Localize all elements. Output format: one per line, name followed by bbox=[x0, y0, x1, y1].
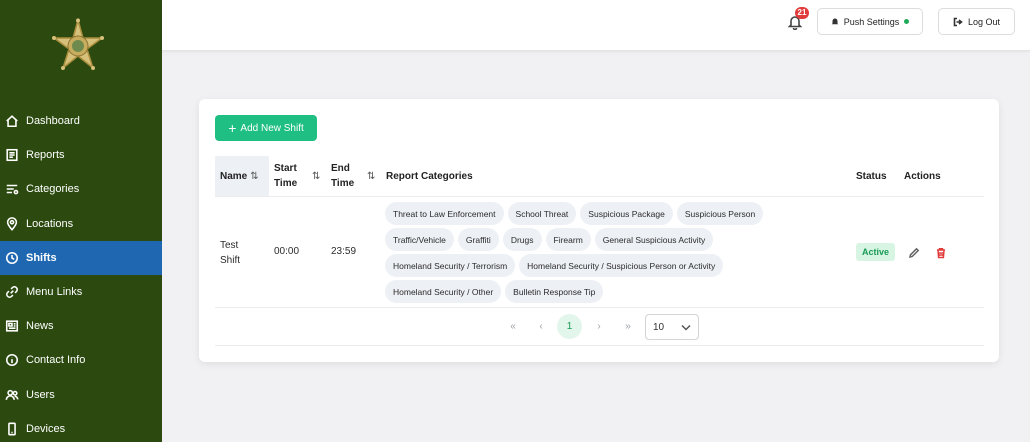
sort-icon[interactable]: ⇅ bbox=[312, 171, 320, 182]
report-categories-cell: Threat to Law Enforcement School Threat … bbox=[385, 202, 795, 303]
plus-icon: + bbox=[228, 120, 237, 136]
sidebar: Dashboard Reports Categories Locations S… bbox=[0, 0, 162, 442]
sidebar-item-label: Shifts bbox=[26, 251, 57, 264]
category-chip: Homeland Security / Other bbox=[385, 280, 502, 303]
column-header-start-time[interactable]: Start Time ⇅ bbox=[274, 156, 326, 196]
sort-icon[interactable]: ⇅ bbox=[250, 171, 258, 182]
end-time-cell: 23:59 bbox=[331, 246, 357, 257]
sidebar-item-label: Contact Info bbox=[26, 354, 86, 367]
column-header-end-time-label: End Time bbox=[331, 163, 355, 189]
sort-icon[interactable]: ⇅ bbox=[367, 171, 375, 182]
info-icon bbox=[4, 352, 20, 368]
prev-page-button[interactable]: ‹ bbox=[531, 314, 551, 339]
home-icon bbox=[4, 113, 20, 129]
push-status-dot bbox=[904, 19, 910, 24]
device-icon bbox=[4, 421, 20, 437]
category-chip: Drugs bbox=[502, 228, 542, 251]
column-header-end-time[interactable]: End Time ⇅ bbox=[331, 156, 381, 196]
add-button-label: Add New Shift bbox=[240, 122, 304, 134]
category-chip: Homeland Security / Suspicious Person or… bbox=[519, 254, 724, 277]
category-chip: Bulletin Response Tip bbox=[505, 280, 604, 303]
logout-label: Log Out bbox=[967, 16, 1001, 27]
shift-name-cell: Test Shift bbox=[220, 240, 241, 266]
location-pin-icon bbox=[4, 216, 20, 232]
sidebar-item-news[interactable]: News bbox=[0, 309, 162, 343]
users-icon bbox=[4, 387, 20, 403]
sidebar-item-locations[interactable]: Locations bbox=[0, 207, 162, 241]
sidebar-item-label: Devices bbox=[26, 422, 66, 435]
start-time-cell: 00:00 bbox=[274, 246, 300, 257]
add-new-shift-button[interactable]: + Add New Shift bbox=[215, 115, 317, 141]
sidebar-item-label: Users bbox=[26, 388, 55, 401]
sidebar-item-devices[interactable]: Devices bbox=[0, 412, 162, 442]
column-header-report-categories: Report Categories bbox=[386, 170, 473, 182]
last-page-button[interactable]: » bbox=[618, 314, 638, 339]
logout-button[interactable]: Log Out bbox=[938, 8, 1015, 35]
category-chip: General Suspicious Activity bbox=[594, 228, 714, 251]
category-chip: Firearm bbox=[545, 228, 591, 251]
column-header-name[interactable]: Name ⇅ bbox=[220, 156, 268, 196]
column-header-start-time-label: Start Time bbox=[274, 163, 298, 189]
sidebar-item-label: News bbox=[26, 320, 54, 333]
sidebar-item-label: Dashboard bbox=[26, 115, 80, 128]
row-divider bbox=[215, 307, 984, 308]
category-chip: Suspicious Package bbox=[580, 202, 673, 225]
category-chip: Traffic/Vehicle bbox=[385, 228, 454, 251]
clock-icon bbox=[4, 250, 20, 266]
chevron-down-icon bbox=[681, 324, 691, 331]
first-page-button[interactable]: « bbox=[503, 314, 523, 339]
sheriff-star-logo bbox=[50, 17, 106, 74]
sidebar-nav: Dashboard Reports Categories Locations S… bbox=[0, 104, 162, 442]
category-chip: Threat to Law Enforcement bbox=[385, 202, 504, 225]
logout-icon bbox=[953, 17, 963, 26]
notification-count-badge: 21 bbox=[795, 7, 809, 19]
sidebar-item-menu-links[interactable]: Menu Links bbox=[0, 275, 162, 309]
news-icon bbox=[4, 318, 20, 334]
shifts-card: + Add New Shift Name ⇅ Start Time ⇅ End … bbox=[199, 99, 999, 362]
push-settings-button[interactable]: Push Settings bbox=[817, 8, 923, 35]
sidebar-item-dashboard[interactable]: Dashboard bbox=[0, 104, 162, 138]
sidebar-item-label: Categories bbox=[26, 183, 80, 196]
status-badge: Active bbox=[856, 243, 896, 261]
next-page-button[interactable]: › bbox=[589, 314, 609, 339]
category-chip: School Threat bbox=[507, 202, 577, 225]
push-settings-label: Push Settings bbox=[843, 16, 900, 27]
column-header-actions: Actions bbox=[904, 170, 941, 182]
sidebar-item-label: Menu Links bbox=[26, 286, 83, 299]
rows-per-page-value: 10 bbox=[653, 321, 665, 333]
categories-icon bbox=[4, 181, 20, 197]
link-icon bbox=[4, 284, 20, 300]
page-1-button[interactable]: 1 bbox=[557, 314, 582, 339]
category-chip: Homeland Security / Terrorism bbox=[385, 254, 516, 277]
reports-icon bbox=[4, 147, 20, 163]
edit-pencil-icon[interactable] bbox=[908, 246, 920, 258]
bell-small-icon bbox=[831, 18, 839, 25]
category-chip: Suspicious Person bbox=[676, 202, 764, 225]
sidebar-item-users[interactable]: Users bbox=[0, 378, 162, 412]
sidebar-item-shifts[interactable]: Shifts bbox=[0, 240, 162, 275]
sidebar-item-label: Locations bbox=[26, 217, 74, 230]
column-header-status: Status bbox=[856, 170, 887, 182]
topbar: 21 Push Settings Log Out bbox=[162, 0, 1030, 51]
footer-divider bbox=[215, 345, 984, 346]
sidebar-item-categories[interactable]: Categories bbox=[0, 172, 162, 206]
column-header-name-label: Name bbox=[220, 170, 248, 182]
sidebar-item-reports[interactable]: Reports bbox=[0, 138, 162, 172]
sidebar-item-contact-info[interactable]: Contact Info bbox=[0, 343, 162, 377]
sidebar-item-label: Reports bbox=[26, 149, 65, 162]
rows-per-page-select[interactable]: 10 bbox=[645, 314, 699, 340]
delete-trash-icon[interactable] bbox=[935, 246, 947, 259]
header-divider bbox=[215, 196, 984, 197]
category-chip: Graffiti bbox=[457, 228, 499, 251]
